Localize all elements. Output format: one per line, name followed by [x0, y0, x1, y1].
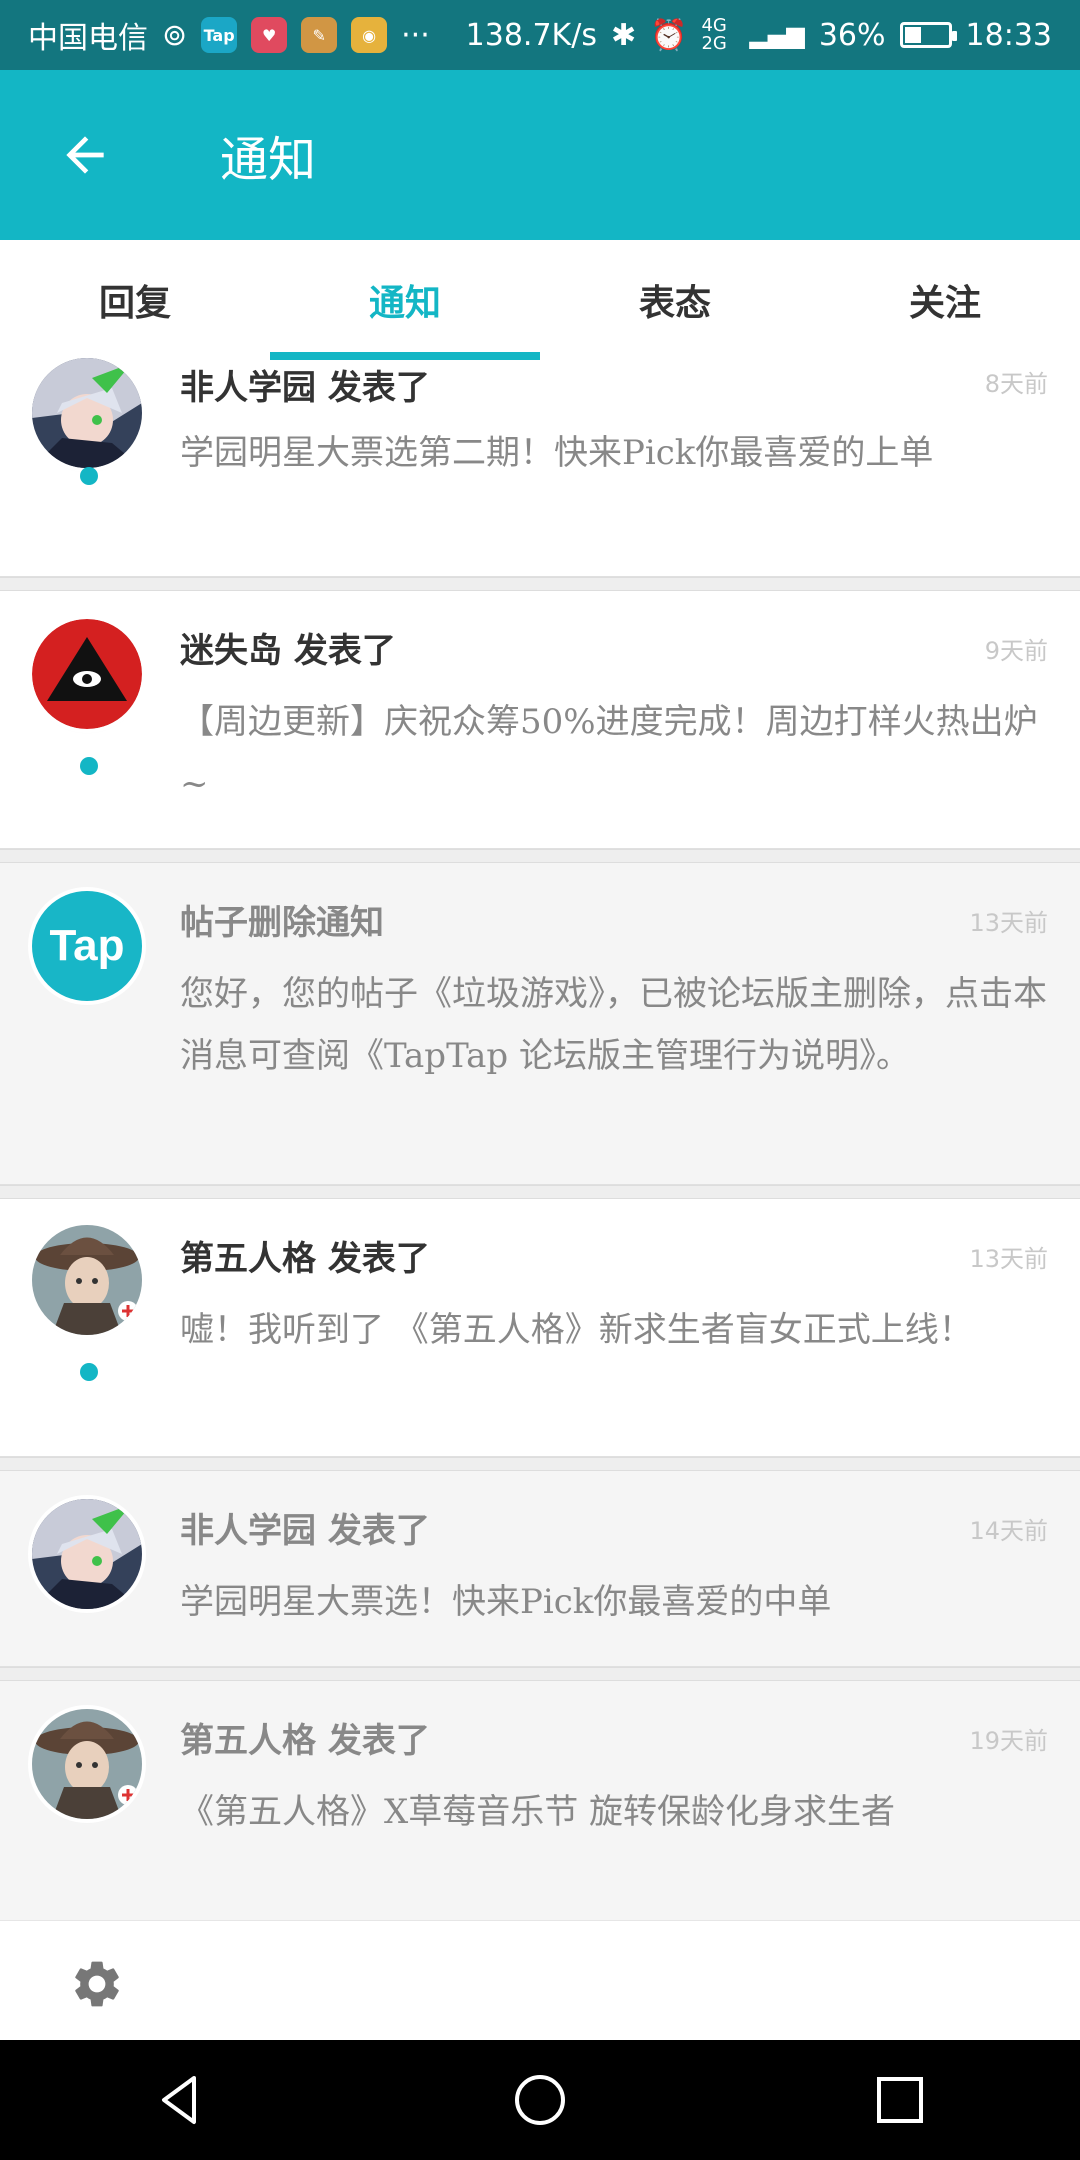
notification-title: 第五人格 发表了 — [180, 1239, 430, 1279]
notification-list: 非人学园 发表了 8天前 学园明星大票选第二期！快来Pick你最喜爱的上单 迷失… — [0, 358, 1080, 1921]
alarm-icon: ⏰ — [650, 17, 688, 53]
notification-time: 13天前 — [969, 1245, 1048, 1273]
nav-recents-button[interactable] — [855, 2055, 945, 2145]
notification-body: 您好，您的帖子《垃圾游戏》，已被论坛版主删除，点击本消息可查阅《TapTap 论… — [180, 974, 1047, 1076]
divider — [0, 849, 1080, 863]
status-bar: 中国电信 ⊚ Tap ♥ ✎ ◉ ··· 138.7K/s ✱ ⏰ 4G 2G … — [0, 0, 1080, 70]
notification-item[interactable]: 非人学园 发表了 14天前 学园明星大票选！快来Pick你最喜爱的中单 — [0, 1471, 1080, 1667]
nav-recents-icon — [877, 2077, 923, 2123]
unread-indicator — [80, 1363, 98, 1381]
back-button[interactable] — [50, 120, 120, 190]
hotspot-icon: ⊚ — [162, 17, 188, 53]
app-bar: 通知 — [0, 70, 1080, 240]
girl-hat-avatar — [32, 1709, 142, 1819]
bluetooth-icon: ✱ — [610, 17, 637, 53]
settings-button[interactable] — [62, 1949, 132, 2019]
tab-replies[interactable]: 回复 — [0, 240, 270, 360]
notification-time: 13天前 — [969, 909, 1048, 937]
signal-icon: ▂▄▆ — [749, 21, 805, 49]
signal-label: 4G 2G — [701, 15, 727, 54]
notification-body: 嘘！我听到了 《第五人格》新求生者盲女正式上线！ — [180, 1310, 973, 1350]
notification-time: 19天前 — [969, 1727, 1048, 1755]
weibo-notification-icon: ◉ — [351, 17, 388, 53]
gear-icon — [75, 1961, 119, 2007]
notification-title: 迷失岛 发表了 — [180, 631, 396, 671]
nav-back-icon — [162, 2076, 196, 2124]
notification-body: 《第五人格》X草莓音乐节 旋转保龄化身求生者 — [180, 1792, 896, 1832]
divider — [0, 1457, 1080, 1471]
tab-bar: 回复 通知 表态 关注 — [0, 240, 1080, 360]
notification-title: 非人学园 发表了 — [180, 1511, 430, 1551]
notification-item[interactable]: 迷失岛 发表了 9天前 【周边更新】庆祝众筹50%进度完成！周边打样火热出炉~ — [0, 591, 1080, 849]
carrier-label: 中国电信 — [28, 21, 148, 56]
eye-triangle-avatar — [32, 619, 142, 729]
unread-indicator — [80, 467, 98, 485]
tab-reactions[interactable]: 表态 — [540, 240, 810, 360]
notification-title: 帖子删除通知 — [180, 903, 384, 943]
notification-item[interactable]: 第五人格 发表了 13天前 嘘！我听到了 《第五人格》新求生者盲女正式上线！ — [0, 1199, 1080, 1457]
tab-active-indicator — [270, 352, 540, 360]
notification-body: 【周边更新】庆祝众筹50%进度完成！周边打样火热出炉~ — [180, 702, 1038, 804]
tab-following[interactable]: 关注 — [810, 240, 1080, 360]
anime-avatar — [32, 358, 142, 468]
more-notifications-icon: ··· — [401, 17, 430, 53]
nav-home-button[interactable] — [495, 2055, 585, 2145]
tab-notifications[interactable]: 通知 — [270, 240, 540, 360]
notification-time: 14天前 — [969, 1517, 1048, 1545]
divider — [0, 1667, 1080, 1681]
notification-title: 第五人格 发表了 — [180, 1721, 430, 1761]
nav-back-button[interactable] — [135, 2055, 225, 2145]
page-title: 通知 — [220, 132, 317, 188]
tap-logo-text: Tap — [49, 921, 125, 970]
system-navigation-bar — [0, 2040, 1080, 2160]
notification-item[interactable]: Tap 帖子删除通知 13天前 您好，您的帖子《垃圾游戏》，已被论坛版主删除，点… — [0, 863, 1080, 1185]
girl-hat-avatar — [32, 1225, 142, 1335]
unread-indicator — [80, 757, 98, 775]
nav-home-icon — [515, 2075, 565, 2125]
notification-item[interactable]: 非人学园 发表了 8天前 学园明星大票选第二期！快来Pick你最喜爱的上单 — [0, 358, 1080, 577]
arrow-left-icon — [66, 136, 104, 174]
divider — [0, 1185, 1080, 1199]
anime-avatar — [32, 1499, 142, 1609]
app-notification-icon: ✎ — [301, 17, 338, 53]
notification-item[interactable]: 第五人格 发表了 19天前 《第五人格》X草莓音乐节 旋转保龄化身求生者 — [0, 1681, 1080, 1921]
status-bar-right: 138.7K/s ✱ ⏰ 4G 2G ▂▄▆ 36% 18:33 — [466, 17, 1052, 53]
divider — [0, 577, 1080, 591]
battery-icon — [899, 22, 957, 48]
notification-time: 8天前 — [984, 370, 1048, 398]
network-speed: 138.7K/s — [465, 17, 597, 53]
tap-logo-avatar: Tap — [32, 891, 142, 1001]
notification-body: 学园明星大票选第二期！快来Pick你最喜爱的上单 — [180, 433, 934, 473]
notification-body: 学园明星大票选！快来Pick你最喜爱的中单 — [180, 1582, 832, 1622]
taptap-notification-icon: Tap — [201, 17, 238, 53]
status-bar-left: 中国电信 ⊚ Tap ♥ ✎ ◉ ··· — [28, 13, 430, 57]
bottom-toolbar — [0, 1920, 1080, 2041]
clock: 18:33 — [965, 17, 1052, 53]
app-notification-icon: ♥ — [251, 17, 288, 53]
battery-percent: 36% — [818, 17, 886, 53]
notification-title: 非人学园 发表了 — [180, 368, 430, 408]
notification-time: 9天前 — [984, 637, 1048, 665]
